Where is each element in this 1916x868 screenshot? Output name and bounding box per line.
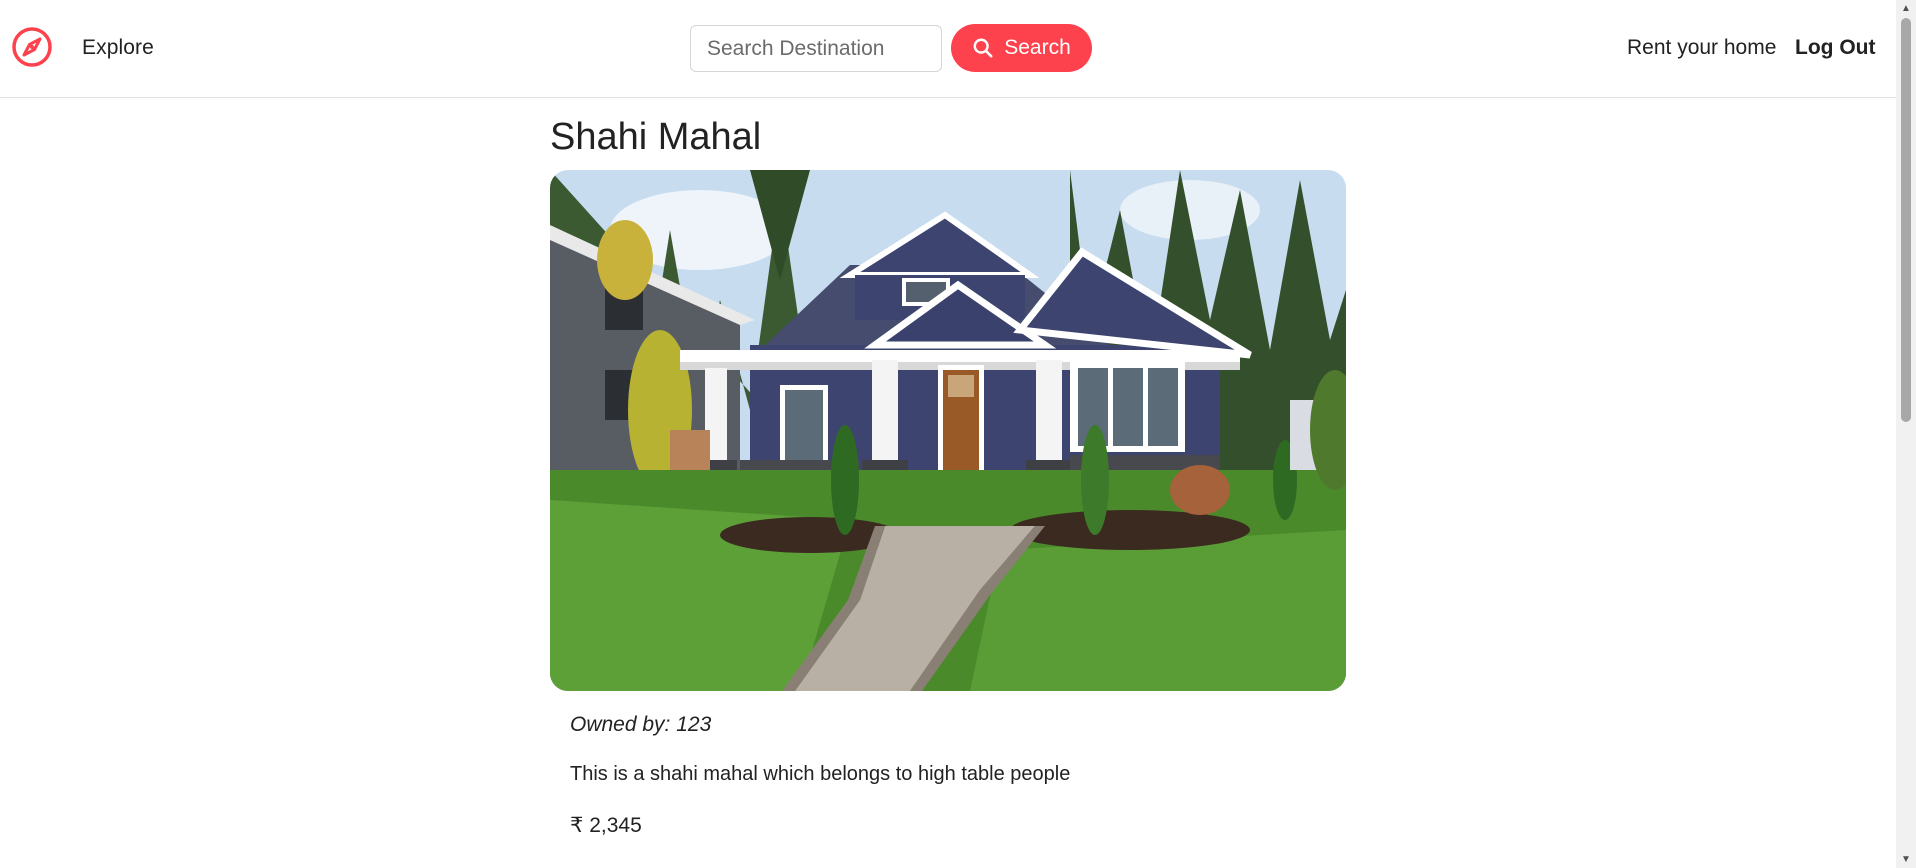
search-input[interactable] <box>690 25 942 72</box>
listing-title: Shahi Mahal <box>550 116 762 158</box>
vertical-scrollbar[interactable]: ▲ ▼ <box>1896 0 1916 868</box>
nav-explore-link[interactable]: Explore <box>82 36 154 60</box>
nav-rent-your-home-link[interactable]: Rent your home <box>1627 36 1776 60</box>
listing-owner: Owned by: 123 <box>570 713 712 736</box>
navbar: Explore Search Rent your home Log Out <box>0 0 1896 98</box>
search-button[interactable]: Search <box>951 24 1092 72</box>
nav-logout-link[interactable]: Log Out <box>1795 36 1875 60</box>
scroll-down-arrow-icon[interactable]: ▼ <box>1896 851 1916 868</box>
search-button-label: Search <box>1004 36 1071 59</box>
search-icon <box>973 38 993 58</box>
listing-description: This is a shahi mahal which belongs to h… <box>570 763 1071 785</box>
listing-price: ₹ 2,345 <box>570 814 642 837</box>
compass-icon[interactable] <box>11 26 53 68</box>
scrollbar-thumb[interactable] <box>1901 18 1911 422</box>
scroll-up-arrow-icon[interactable]: ▲ <box>1896 0 1916 17</box>
listing-image <box>550 170 1346 691</box>
